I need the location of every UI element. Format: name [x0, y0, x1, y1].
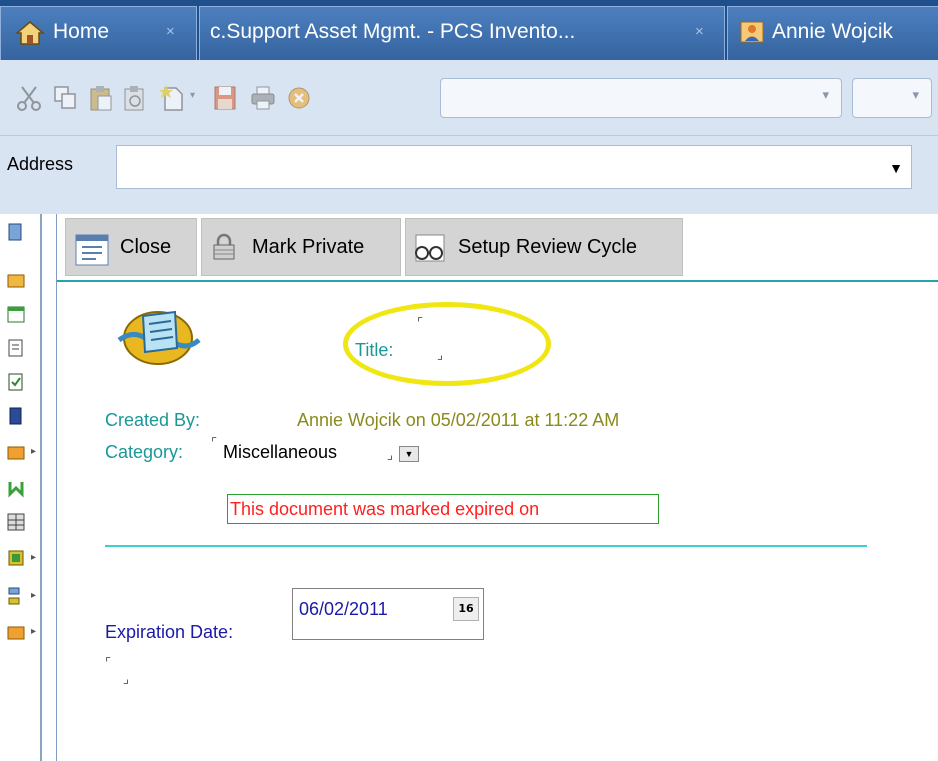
close-button-label: Close: [120, 236, 172, 258]
expiration-date-label: Expiration Date:: [105, 622, 234, 642]
dropdown-arrow-icon[interactable]: ▼: [889, 160, 903, 176]
tab-annie-wojcik-label: Annie Wojcik: [772, 20, 893, 43]
document-logo-icon: [117, 310, 201, 365]
folder-icon[interactable]: [6, 622, 26, 642]
person-icon: [740, 21, 764, 43]
setup-review-cycle-button[interactable]: Setup Review Cycle: [405, 218, 683, 276]
toolbar-combo-secondary[interactable]: ▾: [852, 78, 932, 118]
chevron-down-icon: ▼: [404, 449, 414, 459]
address-input[interactable]: ▼: [116, 145, 912, 189]
calendar-icon[interactable]: [6, 304, 26, 324]
document-icon[interactable]: [6, 222, 26, 242]
chevron-right-icon[interactable]: ▸: [31, 626, 36, 637]
folder-icon[interactable]: [6, 270, 26, 290]
tab-home[interactable]: Home ×: [0, 6, 197, 60]
close-button[interactable]: Close: [65, 218, 197, 276]
created-by-value: Annie Wojcik on 05/02/2011 at 11:22 AM: [297, 410, 620, 430]
refresh-icon[interactable]: [6, 478, 26, 498]
paste-special-icon[interactable]: [122, 84, 148, 112]
rail-divider: [40, 214, 42, 761]
chevron-right-icon[interactable]: ▸: [31, 446, 36, 457]
field-bracket-open: ⌜: [105, 656, 112, 671]
app-window: Home × c.Support Asset Mgmt. - PCS Inven…: [0, 0, 938, 761]
category-label: Category:: [105, 442, 184, 462]
setup-review-cycle-label: Setup Review Cycle: [458, 236, 637, 258]
address-bar: Address ▼: [0, 136, 938, 200]
tasks-icon[interactable]: [6, 372, 26, 392]
new-document-icon[interactable]: [160, 84, 186, 112]
paste-icon[interactable]: [88, 84, 114, 112]
notes-icon[interactable]: [6, 338, 26, 358]
close-icon[interactable]: ×: [166, 7, 175, 57]
home-icon: [15, 21, 45, 45]
expiration-date-value: 06/02/2011: [299, 599, 388, 619]
address-label: Address: [7, 154, 74, 174]
copy-icon[interactable]: [52, 84, 78, 112]
chevron-down-icon[interactable]: ▾: [190, 90, 200, 101]
chevron-right-icon[interactable]: ▸: [31, 590, 36, 601]
mark-private-label: Mark Private: [252, 236, 365, 258]
tab-annie-wojcik[interactable]: Annie Wojcik: [727, 6, 938, 60]
tab-support-asset[interactable]: c.Support Asset Mgmt. - PCS Invento... ×: [199, 6, 725, 60]
save-icon[interactable]: [212, 84, 238, 112]
action-bar: Close Mark Private Setup Review Cycle: [57, 214, 938, 282]
mark-private-button[interactable]: Mark Private: [201, 218, 401, 276]
category-field[interactable]: Miscellaneous: [223, 442, 337, 463]
expired-notice: This document was marked expired on: [227, 494, 659, 524]
category-dropdown-button[interactable]: ▼: [399, 446, 419, 462]
tab-support-asset-label: c.Support Asset Mgmt. - PCS Invento...: [210, 20, 576, 43]
book-icon[interactable]: [6, 406, 26, 426]
print-icon[interactable]: [250, 84, 276, 112]
close-document-icon: [75, 234, 109, 266]
field-bracket-open: ⌜: [211, 436, 218, 451]
stop-icon[interactable]: [286, 84, 312, 112]
created-by-label: Created By:: [105, 410, 201, 430]
chevron-down-icon: ▾: [912, 87, 919, 102]
field-bracket-close: ⌟: [387, 448, 394, 463]
folder-icon[interactable]: [6, 442, 26, 462]
field-bracket-close: ⌟: [123, 672, 130, 687]
lock-icon: [213, 233, 235, 260]
grid-icon[interactable]: [6, 512, 26, 532]
tab-strip: Home × c.Support Asset Mgmt. - PCS Inven…: [0, 0, 938, 60]
expiration-date-input[interactable]: 06/02/2011 16: [292, 588, 484, 640]
highlight-circle: [343, 302, 551, 386]
cut-icon[interactable]: [16, 84, 42, 112]
toolbar-combo-main[interactable]: ▾: [440, 78, 842, 118]
chevron-down-icon: ▾: [822, 87, 829, 102]
database-icon[interactable]: [6, 548, 26, 568]
calendar-icon[interactable]: 16: [453, 597, 479, 621]
toolbar: ▾ ▾ ▾: [0, 60, 938, 136]
left-nav-rail: ▸ ▸ ▸ ▸: [0, 214, 40, 761]
glasses-icon: [415, 234, 445, 262]
toolbar-spacer: [0, 200, 938, 214]
section-divider: [105, 545, 867, 547]
hierarchy-icon[interactable]: [6, 586, 26, 606]
chevron-right-icon[interactable]: ▸: [31, 552, 36, 563]
close-icon[interactable]: ×: [695, 7, 704, 57]
document-pane: Close Mark Private Setup Review Cycle Ti…: [56, 214, 938, 761]
tab-home-label: Home: [53, 20, 110, 43]
